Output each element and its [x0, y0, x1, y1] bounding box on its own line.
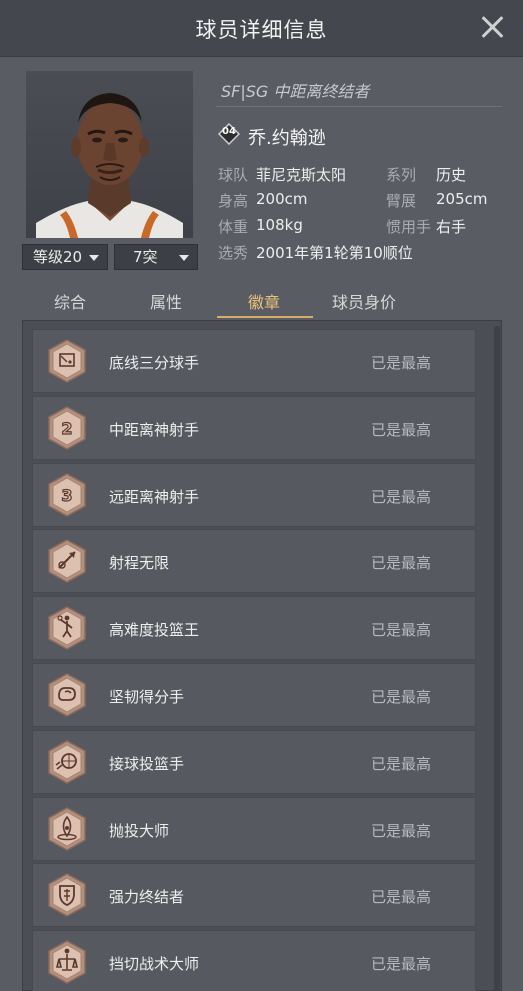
badge-status: 已是最高 [371, 421, 432, 439]
difficult-shot-icon [47, 605, 87, 651]
height-label: 身高 [218, 192, 249, 210]
title-bar: 球员详细信息 [0, 0, 523, 57]
badge-status: 已是最高 [371, 755, 432, 773]
breakthrough-select-value: 7突 [133, 248, 158, 266]
tab-overview[interactable]: 综合 [54, 289, 86, 313]
badge-name: 坚韧得分手 [109, 688, 185, 706]
player-position: SF|SG 中距离终结者 [221, 82, 370, 101]
level-select-value: 等级20 [33, 248, 83, 266]
badge-name: 远距离神射手 [109, 488, 200, 506]
badge-row[interactable]: 接球投篮手 已是最高 [32, 730, 476, 794]
breakthrough-select[interactable]: 7突 [114, 244, 198, 270]
badge-status: 已是最高 [371, 888, 432, 906]
chevron-down-icon [89, 255, 99, 261]
badge-row[interactable]: 射程无限 已是最高 [32, 529, 476, 593]
player-name: 乔.约翰逊 [248, 128, 326, 149]
hand-label: 惯用手 [386, 218, 432, 236]
badge-name: 抛投大师 [109, 822, 170, 840]
floater-icon [47, 806, 87, 852]
badge-status: 已是最高 [371, 822, 432, 840]
tab-player-value[interactable]: 球员身价 [332, 289, 396, 313]
svg-text:2: 2 [61, 419, 72, 438]
scrollbar[interactable] [494, 326, 500, 991]
badge-row[interactable]: 坚韧得分手 已是最高 [32, 663, 476, 727]
player-portrait [26, 71, 193, 238]
badge-status: 已是最高 [371, 354, 432, 372]
badge-name: 高难度投篮王 [109, 621, 200, 639]
weight-label: 体重 [218, 218, 249, 236]
badge-status: 已是最高 [371, 955, 432, 973]
wingspan-label: 臂展 [386, 192, 417, 210]
badge-status: 已是最高 [371, 688, 432, 706]
page-title: 球员详细信息 [195, 18, 328, 42]
number-3-icon: 3 [47, 472, 87, 518]
badge-row[interactable]: 强力终结者 已是最高 [32, 863, 476, 927]
weight-value: 108kg [256, 216, 303, 234]
badge-row[interactable]: 3 远距离神射手 已是最高 [32, 463, 476, 527]
svg-text:3: 3 [61, 486, 72, 505]
jersey-number: 04 [222, 126, 236, 137]
corner-three-icon [47, 338, 87, 384]
number-2-icon: 2 [47, 405, 87, 451]
active-tab-indicator [217, 316, 313, 318]
series-label: 系列 [386, 166, 417, 184]
jersey-number-badge: 04 [217, 122, 241, 146]
tough-scorer-icon [47, 672, 87, 718]
badge-name: 中距离神射手 [109, 421, 200, 439]
team-label: 球队 [218, 166, 249, 184]
badge-name: 底线三分球手 [109, 354, 200, 372]
tab-badges[interactable]: 徽章 [248, 289, 280, 313]
badge-row[interactable]: 挡切战术大师 已是最高 [32, 930, 476, 991]
draft-label: 选秀 [218, 244, 249, 262]
draft-value: 2001年第1轮第10顺位 [256, 244, 413, 262]
divider [216, 106, 502, 107]
team-value: 菲尼克斯太阳 [256, 166, 347, 184]
badge-status: 已是最高 [371, 554, 432, 572]
hand-value: 右手 [436, 218, 467, 236]
badge-row[interactable]: 底线三分球手 已是最高 [32, 329, 476, 393]
badge-name: 挡切战术大师 [109, 955, 200, 973]
close-icon[interactable] [479, 14, 505, 40]
chevron-down-icon [179, 255, 189, 261]
infinite-range-icon [47, 538, 87, 584]
badge-name: 射程无限 [109, 554, 170, 572]
player-detail-panel: 球员详细信息 等级20 7突 SF|SG 中距离终结者 04 乔.约翰逊 球队 … [0, 0, 523, 991]
height-value: 200cm [256, 190, 308, 208]
badge-name: 强力终结者 [109, 888, 185, 906]
catch-and-shoot-icon [47, 739, 87, 785]
tab-attributes[interactable]: 属性 [150, 289, 182, 313]
player-headshot-image [36, 93, 183, 238]
power-finisher-icon [47, 872, 87, 918]
badge-row[interactable]: 2 中距离神射手 已是最高 [32, 396, 476, 460]
badge-row[interactable]: 抛投大师 已是最高 [32, 797, 476, 861]
badge-status: 已是最高 [371, 621, 432, 639]
badge-status: 已是最高 [371, 488, 432, 506]
series-value: 历史 [436, 166, 467, 184]
badge-name: 接球投篮手 [109, 755, 185, 773]
tab-bar: 综合 属性 徽章 球员身价 [0, 285, 523, 319]
badge-row[interactable]: 高难度投篮王 已是最高 [32, 596, 476, 660]
wingspan-value: 205cm [436, 190, 488, 208]
level-select[interactable]: 等级20 [22, 244, 108, 270]
pick-and-roll-icon [47, 939, 87, 985]
